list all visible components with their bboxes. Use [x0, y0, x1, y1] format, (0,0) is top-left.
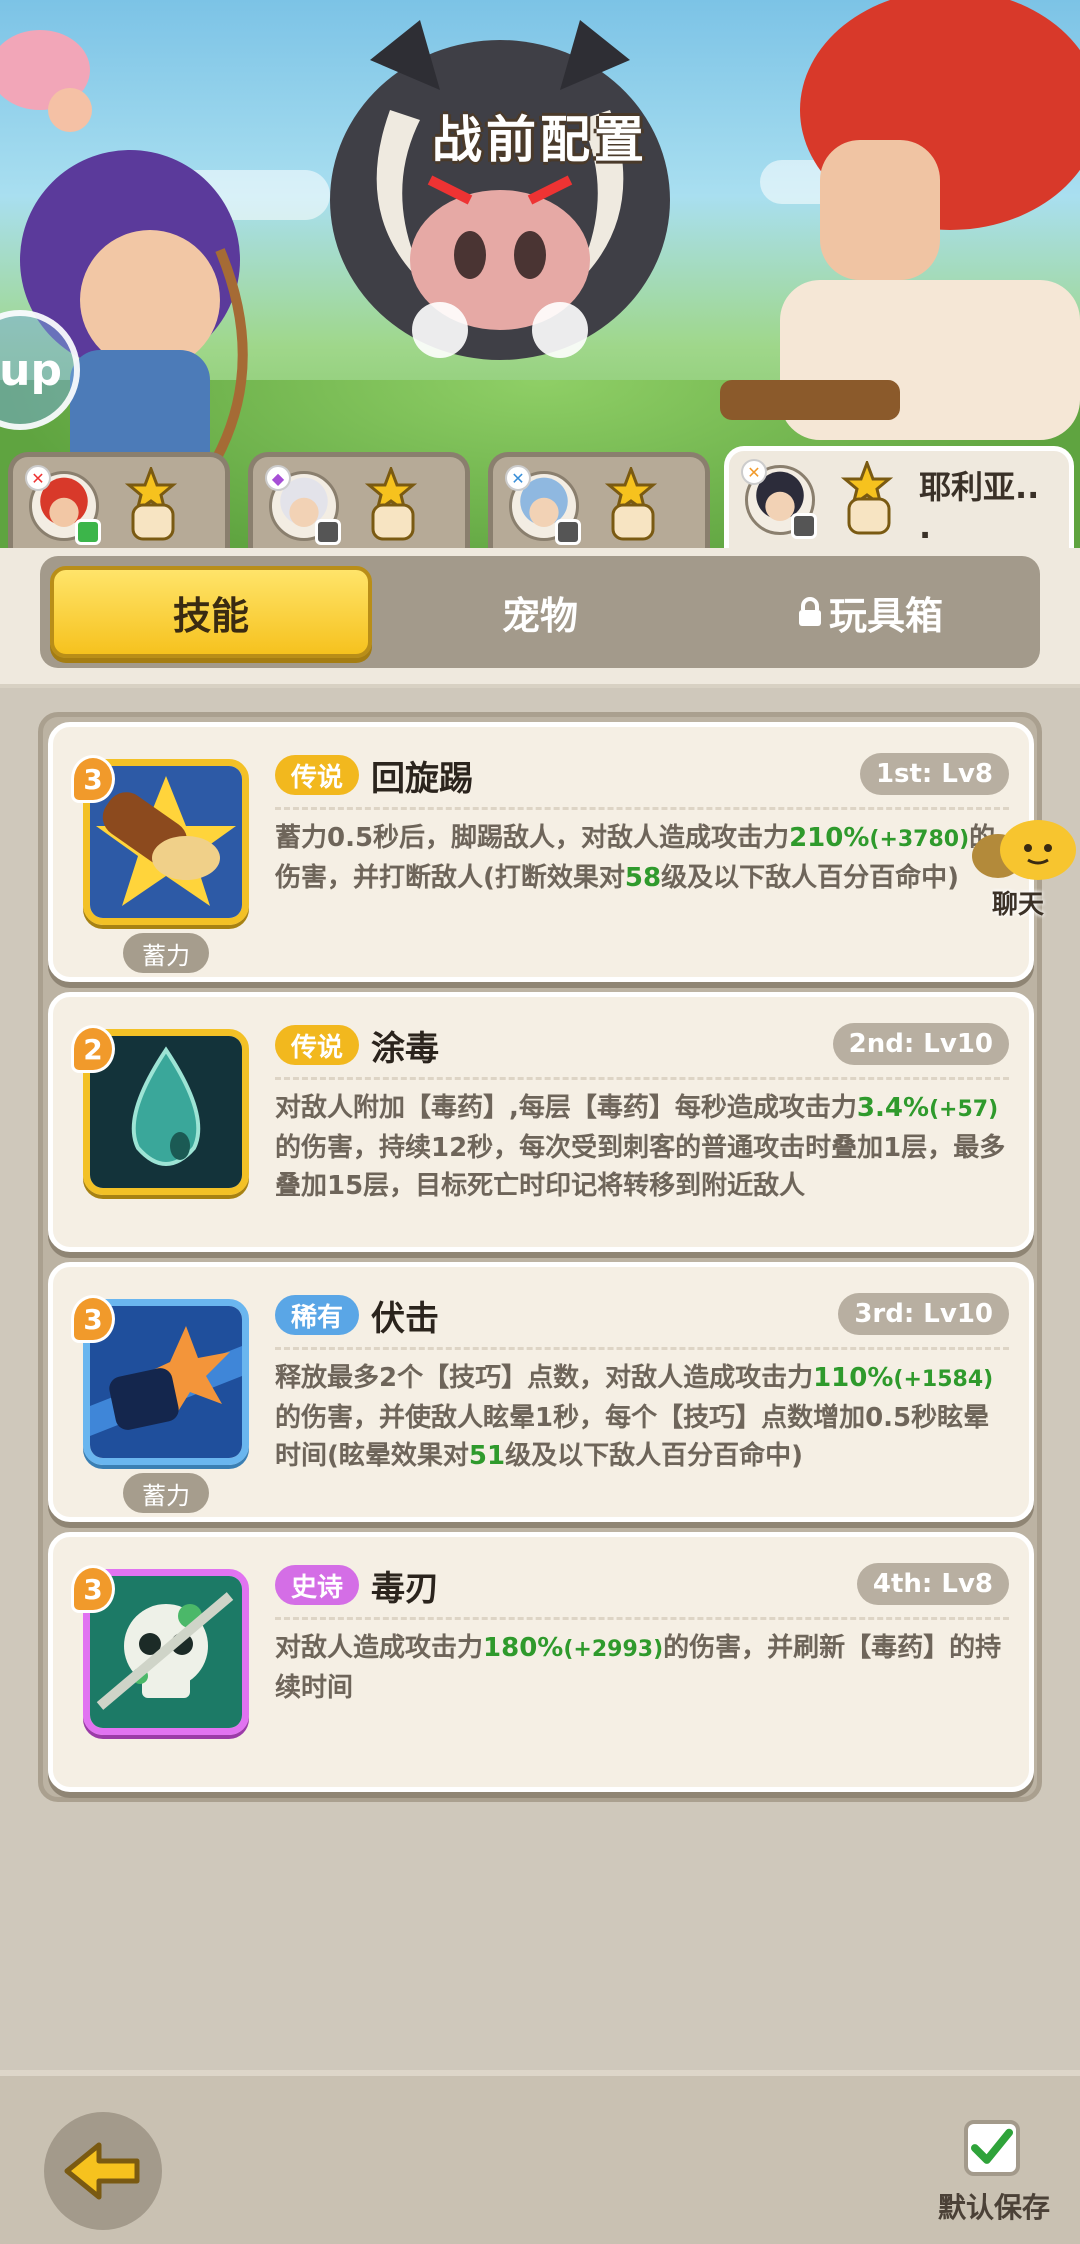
- hero-tab-4[interactable]: ✕ 耶利亚.. .: [724, 446, 1074, 548]
- tab-toybox-label: 玩具箱: [828, 593, 943, 638]
- skill-card[interactable]: 3 蓄力 传说 回旋踢 1st: Lv8 蓄力0.5秒后，脚踢敌人，对敌人造成攻…: [48, 722, 1034, 982]
- skill-card[interactable]: 3 史诗 毒刃 4th: Lv8 对敌人造成攻击力180%(+2993)的伤害，…: [48, 1532, 1034, 1792]
- skill-name: 涂毒: [371, 1029, 439, 1069]
- star-hand-icon: [604, 467, 658, 541]
- class-badge-icon: ✕: [741, 459, 767, 485]
- hero-name: 耶利亚.. .: [919, 468, 1040, 546]
- skill-name: 毒刃: [371, 1569, 439, 1609]
- skill-card[interactable]: 3 蓄力 稀有 伏击 3rd: Lv10 释放最多2个【技巧】点数，对敌人造成攻…: [48, 1262, 1034, 1522]
- checkbox[interactable]: [964, 2120, 1020, 2176]
- skill-card[interactable]: 2 传说 涂毒 2nd: Lv10 对敌人附加【毒药】,每层【毒药】每秒造成攻击…: [48, 992, 1034, 1252]
- skill-level-badge: 3: [71, 1565, 115, 1613]
- tab-pets[interactable]: 宠物: [410, 566, 670, 658]
- tab-skills[interactable]: 技能: [50, 566, 372, 658]
- rarity-tag: 史诗: [275, 1565, 360, 1605]
- skill-description: 蓄力0.5秒后，脚踢敌人，对敌人造成攻击力210%(+3780)的伤害，并打断敌…: [275, 823, 996, 893]
- class-badge-icon: ✕: [25, 465, 51, 491]
- default-save-toggle[interactable]: 默认保存: [934, 2120, 1054, 2230]
- divider: [275, 807, 1009, 810]
- charge-tag: 蓄力: [123, 1473, 209, 1513]
- rarity-tag: 传说: [275, 755, 360, 795]
- skill-description: 释放最多2个【技巧】点数，对敌人造成攻击力110%(+1584)的伤害，并使敌人…: [275, 1363, 994, 1471]
- star-hand-icon: [364, 467, 418, 541]
- skill-slot-level: 4th: Lv8: [856, 1563, 1009, 1605]
- back-arrow-icon: [64, 2142, 140, 2200]
- skill-level-badge: 3: [71, 755, 115, 803]
- star-hand-icon: [124, 467, 178, 541]
- equipped-icon: [315, 519, 341, 545]
- page-title: 战前配置: [432, 111, 648, 169]
- tab-toybox[interactable]: 玩具箱: [720, 566, 1020, 658]
- hero-tab-1[interactable]: ✕: [8, 452, 230, 548]
- skill-name: 伏击: [371, 1299, 439, 1339]
- check-icon: [971, 2128, 1013, 2164]
- hero-tab-2[interactable]: ◆: [248, 452, 470, 548]
- skill-description: 对敌人附加【毒药】,每层【毒药】每秒造成攻击力3.4%(+57)的伤害，持续12…: [275, 1093, 1006, 1201]
- divider: [275, 1617, 1009, 1620]
- divider: [275, 1347, 1009, 1350]
- chat-button[interactable]: 聊天: [968, 820, 1080, 930]
- skill-name: 回旋踢: [371, 759, 473, 799]
- save-label: 默认保存: [937, 2191, 1050, 2224]
- hero-tab-bar: ✕ ◆ ✕ ✕ 耶利亚.. .: [0, 446, 1080, 548]
- class-badge-icon: ✕: [505, 465, 531, 491]
- chat-label: 聊天: [992, 890, 1045, 920]
- skill-description: 对敌人造成攻击力180%(+2993)的伤害，并刷新【毒药】的持续时间: [275, 1633, 1002, 1703]
- equipped-icon: [791, 513, 817, 539]
- boar-character: [330, 20, 670, 360]
- section-tabs: 技能 宠物 玩具箱: [40, 556, 1040, 668]
- equipped-icon: [555, 519, 581, 545]
- skill-slot-level: 3rd: Lv10: [838, 1293, 1009, 1335]
- class-badge-icon: ◆: [265, 465, 291, 491]
- skill-slot-level: 2nd: Lv10: [832, 1023, 1009, 1065]
- skill-level-badge: 2: [71, 1025, 115, 1073]
- skill-slot-level: 1st: Lv8: [859, 753, 1009, 795]
- red-hair-warrior: [720, 0, 1080, 440]
- equipped-icon: [75, 519, 101, 545]
- section-tabs-panel: 技能 宠物 玩具箱: [0, 548, 1080, 688]
- charge-tag: 蓄力: [123, 933, 209, 973]
- footer-bar: 默认保存: [0, 2070, 1080, 2244]
- hero-tab-3[interactable]: ✕: [488, 452, 710, 548]
- rarity-tag: 传说: [275, 1025, 360, 1065]
- star-hand-icon: [840, 461, 894, 535]
- lock-icon: [798, 597, 821, 626]
- back-button[interactable]: [44, 2112, 162, 2230]
- skill-level-badge: 3: [71, 1295, 115, 1343]
- rarity-tag: 稀有: [275, 1295, 360, 1335]
- divider: [275, 1077, 1009, 1080]
